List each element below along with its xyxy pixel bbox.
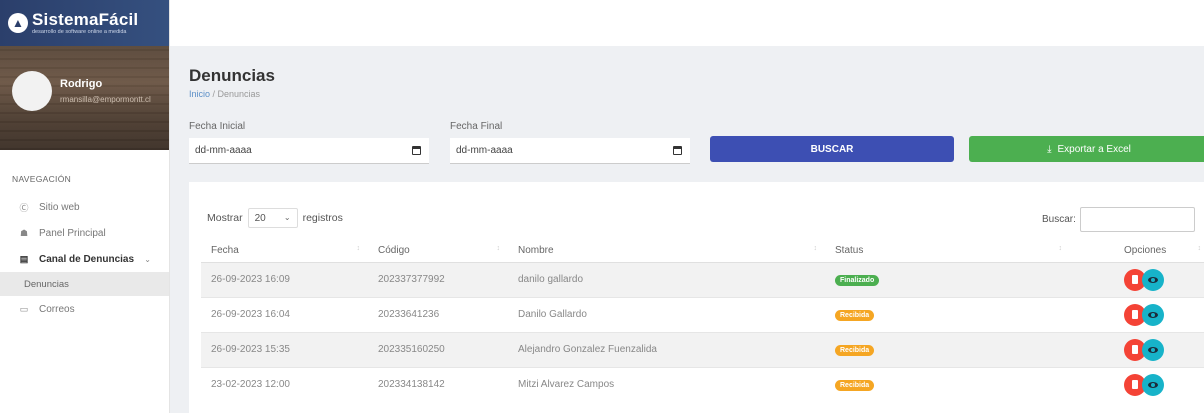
cell-codigo: 202335160250 bbox=[368, 331, 508, 367]
breadcrumb-home-link[interactable]: Inicio bbox=[189, 89, 210, 99]
chevron-down-icon: ⌄ bbox=[283, 213, 291, 222]
status-badge: Recibida bbox=[835, 309, 875, 321]
page-length-select[interactable]: 20 ⌄ bbox=[247, 208, 298, 228]
start-date-placeholder: dd-mm-aaaa bbox=[195, 145, 252, 156]
eye-icon[interactable] bbox=[1142, 268, 1164, 291]
sort-icon: ↕ bbox=[1197, 245, 1202, 252]
cell-nombre: Alejandro Gonzalez Fuenzalida bbox=[508, 331, 825, 367]
table-row: 26-09-2023 16:04 20233641236 Danilo Gall… bbox=[201, 296, 1204, 332]
column-header-codigo[interactable]: Código ↕ bbox=[368, 239, 508, 263]
status-badge: Recibida bbox=[835, 379, 875, 391]
brand-name: SistemaFácil bbox=[32, 9, 139, 29]
table-search-label: Buscar: bbox=[1042, 214, 1076, 225]
calendar-icon[interactable] bbox=[673, 146, 682, 155]
start-date-input[interactable]: dd-mm-aaaa bbox=[189, 138, 429, 164]
page-title: Denuncias bbox=[189, 66, 275, 85]
sidebar-item-sitio-web[interactable]: Ⓒ Sitio web bbox=[0, 194, 169, 220]
sort-icon: ↕ bbox=[356, 245, 361, 252]
sort-icon: ↕ bbox=[496, 245, 501, 252]
cell-opciones bbox=[1070, 366, 1204, 402]
cell-codigo: 202334138142 bbox=[368, 366, 508, 402]
box-icon: ▤ bbox=[19, 253, 29, 264]
sidebar-item-correos[interactable]: ▭ Correos bbox=[0, 296, 169, 322]
end-date-placeholder: dd-mm-aaaa bbox=[456, 145, 513, 156]
table-header-row: Fecha ↕ Código ↕ Nombre ↕ Status ↕ Opciones ↕ bbox=[201, 239, 1204, 263]
sidebar-item-label: Canal de Denuncias bbox=[39, 253, 135, 265]
cell-codigo: 202337377992 bbox=[368, 261, 508, 297]
sidebar: ▲ SistemaFácil desarrollo de software on… bbox=[0, 0, 170, 413]
show-prefix: Mostrar bbox=[207, 212, 243, 224]
eye-icon[interactable] bbox=[1142, 373, 1164, 396]
show-suffix: registros bbox=[302, 212, 343, 224]
cell-nombre: danilo gallardo bbox=[508, 261, 825, 297]
page-length-control: Mostrar 20 ⌄ registros bbox=[207, 208, 343, 228]
search-button[interactable]: BUSCAR bbox=[710, 136, 954, 162]
sidebar-subitem-denuncias[interactable]: Denuncias bbox=[0, 272, 169, 296]
column-header-opciones[interactable]: Opciones ↕ bbox=[1070, 239, 1204, 263]
inbox-icon: ▭ bbox=[19, 303, 29, 314]
sort-icon: ↕ bbox=[813, 245, 818, 252]
denuncias-card: Mostrar 20 ⌄ registros Buscar: Fecha ↕ Có… bbox=[189, 182, 1204, 413]
nav-heading: NAVEGACIÓN bbox=[12, 174, 72, 184]
sidebar-item-panel-principal[interactable]: ☗ Panel Principal bbox=[0, 220, 169, 246]
cell-nombre: Danilo Gallardo bbox=[508, 296, 825, 332]
cell-status: Recibida bbox=[825, 296, 1070, 332]
user-name: Rodrigo bbox=[60, 78, 103, 90]
sort-icon: ↕ bbox=[1058, 245, 1063, 252]
brand-header[interactable]: ▲ SistemaFácil desarrollo de software on… bbox=[0, 0, 169, 46]
top-bar bbox=[170, 0, 1204, 46]
status-badge: Recibida bbox=[835, 344, 875, 356]
cell-nombre: Mitzi Alvarez Campos bbox=[508, 366, 825, 402]
home-icon: ☗ bbox=[19, 227, 29, 238]
brand-tagline: desarrollo de software online a medida bbox=[32, 28, 127, 35]
column-header-status[interactable]: Status ↕ bbox=[825, 239, 1070, 263]
rocket-icon: ▲ bbox=[8, 13, 28, 33]
cell-fecha: 23-02-2023 12:00 bbox=[201, 366, 368, 402]
eye-icon[interactable] bbox=[1142, 338, 1164, 361]
table-row: 26-09-2023 15:35 202335160250 Alejandro … bbox=[201, 331, 1204, 367]
cell-status: Recibida bbox=[825, 331, 1070, 367]
status-badge: Finalizado bbox=[835, 274, 880, 286]
table-row: 26-09-2023 16:09 202337377992 danilo gal… bbox=[201, 261, 1204, 297]
column-header-nombre[interactable]: Nombre ↕ bbox=[508, 239, 825, 263]
download-icon: ⤓ bbox=[1047, 143, 1052, 155]
avatar[interactable] bbox=[12, 71, 52, 111]
cell-fecha: 26-09-2023 15:35 bbox=[201, 331, 368, 367]
cell-status: Finalizado bbox=[825, 261, 1070, 297]
sidebar-item-canal-denuncias[interactable]: ▤ Canal de Denuncias ⌄ bbox=[0, 246, 169, 272]
brand-logo: ▲ SistemaFácil desarrollo de software on… bbox=[8, 11, 138, 36]
sidebar-item-label: Sitio web bbox=[39, 201, 80, 213]
calendar-icon[interactable] bbox=[412, 146, 421, 155]
table-row: 23-02-2023 12:00 202334138142 Mitzi Alva… bbox=[201, 366, 1204, 402]
end-date-label: Fecha Final bbox=[450, 121, 503, 132]
table-search-input[interactable] bbox=[1080, 207, 1195, 232]
user-panel: Rodrigo rmansilla@empormontt.cl bbox=[0, 46, 169, 150]
sidebar-item-label: Correos bbox=[39, 303, 75, 315]
chevron-down-icon: ⌄ bbox=[144, 254, 151, 264]
export-excel-label: Exportar a Excel bbox=[1057, 143, 1131, 155]
cell-codigo: 20233641236 bbox=[368, 296, 508, 332]
globe-icon: Ⓒ bbox=[19, 202, 29, 213]
page-length-value: 20 bbox=[254, 212, 266, 224]
cell-status: Recibida bbox=[825, 366, 1070, 402]
eye-icon[interactable] bbox=[1142, 303, 1164, 326]
cell-opciones bbox=[1070, 261, 1204, 297]
breadcrumb: Inicio / Denuncias bbox=[189, 89, 260, 99]
user-email: rmansilla@empormontt.cl bbox=[60, 95, 151, 104]
denuncias-table: Fecha ↕ Código ↕ Nombre ↕ Status ↕ Opciones ↕… bbox=[201, 239, 1204, 402]
cell-fecha: 26-09-2023 16:04 bbox=[201, 296, 368, 332]
column-header-fecha[interactable]: Fecha ↕ bbox=[201, 239, 368, 263]
start-date-label: Fecha Inicial bbox=[189, 121, 246, 132]
end-date-input[interactable]: dd-mm-aaaa bbox=[450, 138, 690, 164]
sidebar-item-label: Panel Principal bbox=[39, 227, 106, 239]
breadcrumb-current: / Denuncias bbox=[212, 89, 261, 99]
export-excel-button[interactable]: ⤓ Exportar a Excel bbox=[969, 136, 1204, 162]
cell-opciones bbox=[1070, 296, 1204, 332]
cell-opciones bbox=[1070, 331, 1204, 367]
cell-fecha: 26-09-2023 16:09 bbox=[201, 261, 368, 297]
